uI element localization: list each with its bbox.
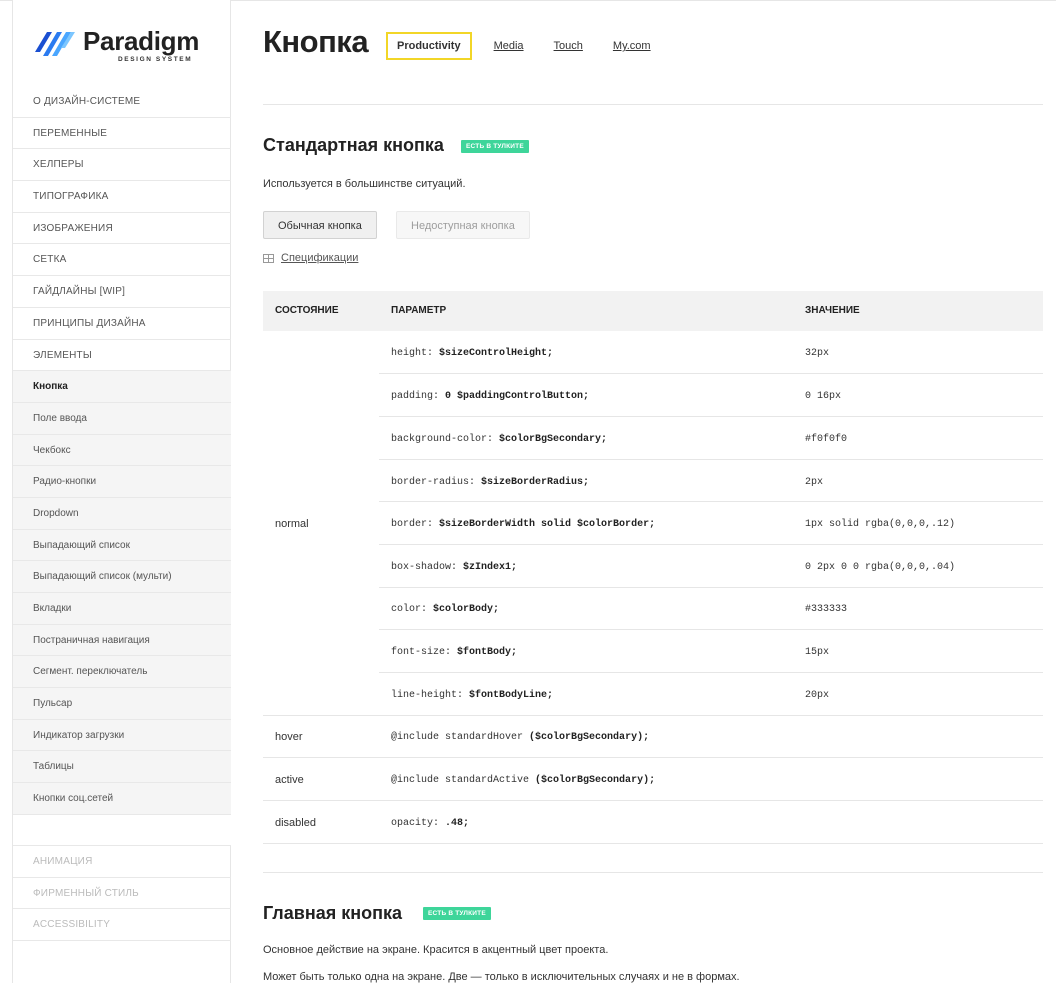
normal-button-demo[interactable]: Обычная кнопка (263, 211, 377, 239)
param-variable: .48; (445, 818, 470, 829)
state-cell: normal (275, 518, 309, 530)
specifications-link-label: Спецификации (281, 252, 359, 264)
sidebar-item-principles[interactable]: ПРИНЦИПЫ ДИЗАЙНА (13, 308, 231, 340)
sidebar-item-variables[interactable]: ПЕРЕМЕННЫЕ (13, 118, 231, 150)
paradigm-logo[interactable]: Paradigm DESIGN SYSTEM (33, 24, 213, 64)
param-variable: ($colorBgSecondary); (529, 732, 650, 743)
page-title: Кнопка (263, 24, 369, 59)
spec-table: СОСТОЯНИЕ ПАРАМЕТР ЗНАЧЕНИЕ height: $siz… (263, 291, 1043, 844)
tab-touch[interactable]: Touch (554, 40, 583, 52)
tab-media[interactable]: Media (494, 40, 524, 52)
column-header-state: СОСТОЯНИЕ (275, 305, 339, 316)
param-name: opacity (391, 818, 434, 829)
param-cell: opacity: .48; (391, 818, 470, 829)
main-content: Кнопка Productivity Media Touch My.com С… (232, 0, 1056, 983)
sidebar-nav: О ДИЗАЙН-СИСТЕМЕ ПЕРЕМЕННЫЕ ХЕЛПЕРЫ ТИПО… (13, 86, 231, 941)
brand-name: Paradigm (83, 26, 200, 56)
platform-tabs: Productivity Media Touch My.com (386, 32, 681, 60)
section-title-primary: Главная кнопка (263, 903, 402, 923)
param-name: line-height (391, 690, 458, 701)
specifications-link[interactable]: Спецификации (263, 252, 358, 264)
state-cell: disabled (275, 817, 316, 829)
sidebar-subitem-checkbox[interactable]: Чекбокс (13, 434, 231, 467)
sidebar-item-about[interactable]: О ДИЗАЙН-СИСТЕМЕ (13, 86, 231, 118)
sidebar-item-grid[interactable]: СЕТКА (13, 244, 231, 277)
sidebar-subitem-social[interactable]: Кнопки соц.сетей (13, 783, 231, 815)
sidebar-subitem-segmented[interactable]: Сегмент. переключатель (13, 656, 231, 689)
sidebar-subitem-tables[interactable]: Таблицы (13, 751, 231, 784)
param-name: @include standardHover (391, 732, 524, 743)
section-description: Может быть только одна на экране. Две — … (263, 971, 740, 983)
table-icon (263, 253, 274, 263)
sidebar-item-images[interactable]: ИЗОБРАЖЕНИЯ (13, 213, 231, 245)
sidebar-item-brand-style[interactable]: ФИРМЕННЫЙ СТИЛЬ (13, 878, 231, 910)
table-row-group-normal (263, 331, 1043, 716)
state-cell: active (275, 774, 304, 786)
disabled-button-demo: Недоступная кнопка (396, 211, 530, 239)
sidebar-subitem-pagination[interactable]: Постраничная навигация (13, 624, 231, 657)
sidebar-subitem-dropdown[interactable]: Dropdown (13, 497, 231, 530)
sidebar-item-accessibility[interactable]: ACCESSIBILITY (13, 909, 231, 941)
divider (263, 872, 1043, 873)
state-cell: hover (275, 731, 303, 743)
sidebar-subitem-select[interactable]: Выпадающий список (13, 529, 231, 562)
sidebar-item-elements[interactable]: ЭЛЕМЕНТЫ (13, 340, 231, 372)
value-cell: 20px (805, 690, 830, 701)
section-description: Используется в большинстве ситуаций. (263, 178, 466, 190)
sidebar-item-helpers[interactable]: ХЕЛПЕРЫ (13, 149, 231, 182)
param-cell: @include standardActive ($colorBgSeconda… (391, 775, 655, 786)
section-title-standard: Стандартная кнопка (263, 135, 444, 155)
column-header-param: ПАРАМЕТР (391, 305, 447, 316)
table-row (263, 716, 1043, 758)
paradigm-logo-icon (35, 32, 75, 56)
divider (263, 104, 1043, 105)
table-header: СОСТОЯНИЕ ПАРАМЕТР ЗНАЧЕНИЕ (263, 291, 1043, 331)
column-header-value: ЗНАЧЕНИЕ (805, 305, 860, 316)
sidebar-subitem-button[interactable]: Кнопка (13, 371, 231, 403)
brand-subtitle: DESIGN SYSTEM (118, 56, 193, 63)
sidebar-subitem-multiselect[interactable]: Выпадающий список (мульти) (13, 561, 231, 593)
sidebar-item-animation[interactable]: АНИМАЦИЯ (13, 846, 231, 878)
param-name: @include standardActive (391, 775, 530, 786)
param-variable: ($colorBgSecondary); (535, 775, 656, 786)
sidebar: Paradigm DESIGN SYSTEM О ДИЗАЙН-СИСТЕМЕ … (13, 0, 231, 983)
sidebar-subitem-input[interactable]: Поле ввода (13, 402, 231, 435)
sidebar-subitem-radio[interactable]: Радио-кнопки (13, 466, 231, 498)
param-variable: $fontBodyLine; (469, 690, 554, 701)
param-cell: @include standardHover ($colorBgSecondar… (391, 732, 649, 743)
sidebar-item-guidelines[interactable]: ГАЙДЛАЙНЫ [WIP] (13, 276, 231, 308)
tab-productivity[interactable]: Productivity (386, 32, 472, 60)
toolkit-badge: ЕСТЬ В ТУЛКИТЕ (461, 140, 529, 153)
sidebar-subitem-tabs[interactable]: Вкладки (13, 593, 231, 625)
toolkit-badge: ЕСТЬ В ТУЛКИТЕ (423, 907, 491, 920)
table-row (263, 801, 1043, 844)
sidebar-subitem-loader[interactable]: Индикатор загрузки (13, 719, 231, 752)
param-cell: line-height: $fontBodyLine; (391, 690, 554, 701)
sidebar-item-typography[interactable]: ТИПОГРАФИКА (13, 181, 231, 213)
tab-mycom[interactable]: My.com (613, 40, 651, 52)
sidebar-spacer (13, 814, 231, 846)
section-description: Основное действие на экране. Красится в … (263, 944, 609, 956)
sidebar-subitem-pulsar[interactable]: Пульсар (13, 688, 231, 720)
